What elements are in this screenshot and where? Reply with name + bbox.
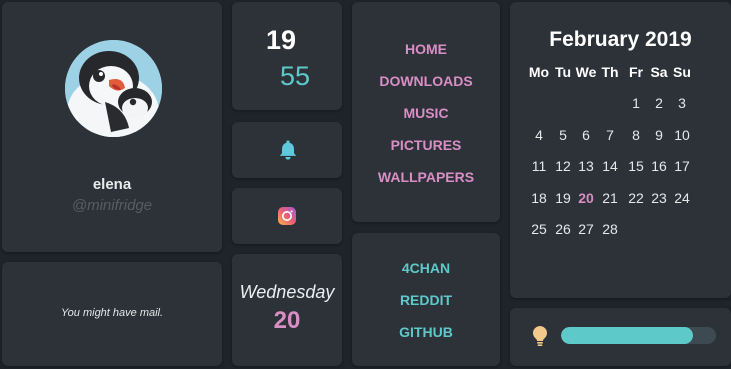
brightness-card bbox=[510, 308, 731, 366]
avatar[interactable] bbox=[65, 40, 162, 137]
user-handle[interactable]: @minifridge bbox=[2, 197, 222, 214]
calendar-day-13[interactable]: 13 bbox=[574, 158, 598, 174]
calendar-day-20[interactable]: 20 bbox=[574, 190, 598, 206]
calendar-day-22[interactable]: 22 bbox=[624, 190, 648, 206]
clock-card: 19 55 bbox=[232, 2, 342, 110]
calendar-day-25[interactable]: 25 bbox=[527, 221, 551, 237]
calendar-day-23[interactable]: 23 bbox=[647, 190, 671, 206]
calendar-day-8[interactable]: 8 bbox=[624, 127, 648, 143]
calendar-day-12[interactable]: 12 bbox=[551, 158, 575, 174]
link-4chan[interactable]: 4CHAN bbox=[352, 260, 500, 276]
calendar-day-24[interactable]: 24 bbox=[670, 190, 694, 206]
nav-menu: HOME DOWNLOADS MUSIC PICTURES WALLPAPERS bbox=[352, 2, 500, 222]
mail-card: You might have mail. bbox=[2, 262, 222, 366]
calendar-weekday-tu: Tu bbox=[554, 64, 572, 80]
username: elena bbox=[92, 176, 132, 193]
calendar-day-1[interactable]: 1 bbox=[624, 95, 648, 111]
clock-hours: 19 bbox=[266, 25, 297, 55]
calendar-weekday-we: We bbox=[575, 64, 597, 80]
calendar-day-26[interactable]: 26 bbox=[551, 221, 575, 237]
link-reddit[interactable]: REDDIT bbox=[352, 292, 500, 308]
date-card: Wednesday 20 bbox=[232, 254, 342, 366]
nav-link-downloads[interactable]: DOWNLOADS bbox=[352, 73, 500, 89]
nav-link-pictures[interactable]: PICTURES bbox=[352, 137, 500, 153]
calendar-day-9[interactable]: 9 bbox=[647, 127, 671, 143]
calendar-day-2[interactable]: 2 bbox=[647, 95, 671, 111]
calendar-weekday-fr: Fr bbox=[629, 64, 643, 80]
nav-link-music[interactable]: MUSIC bbox=[352, 105, 500, 121]
calendar-weekday-mo: Mo bbox=[528, 64, 550, 80]
calendar-day-27[interactable]: 27 bbox=[574, 221, 598, 237]
calendar-day-16[interactable]: 16 bbox=[647, 158, 671, 174]
penguin-avatar-image bbox=[65, 40, 162, 137]
lightbulb-icon bbox=[533, 326, 547, 346]
calendar-day-15[interactable]: 15 bbox=[624, 158, 648, 174]
day-number: 20 bbox=[273, 307, 301, 334]
calendar-day-6[interactable]: 6 bbox=[574, 127, 598, 143]
calendar-day-28[interactable]: 28 bbox=[598, 221, 622, 237]
calendar-day-17[interactable]: 17 bbox=[670, 158, 694, 174]
calendar-title: February 2019 bbox=[549, 28, 692, 51]
external-links: 4CHAN REDDIT GITHUB bbox=[352, 233, 500, 366]
nav-link-wallpapers[interactable]: WALLPAPERS bbox=[352, 169, 500, 185]
calendar-weekday-th: Th bbox=[601, 64, 619, 80]
brightness-slider[interactable] bbox=[561, 327, 716, 344]
calendar-weekday-sa: Sa bbox=[650, 64, 668, 80]
profile-card: elena @minifridge bbox=[2, 2, 222, 252]
weekday-label: Wednesday bbox=[239, 282, 335, 302]
calendar-day-19[interactable]: 19 bbox=[551, 190, 575, 206]
bell-icon bbox=[279, 140, 297, 160]
calendar-day-10[interactable]: 10 bbox=[670, 127, 694, 143]
link-github[interactable]: GITHUB bbox=[352, 324, 500, 340]
calendar-day-4[interactable]: 4 bbox=[527, 127, 551, 143]
calendar-weekday-su: Su bbox=[673, 64, 691, 80]
nav-link-home[interactable]: HOME bbox=[352, 41, 500, 57]
calendar-day-18[interactable]: 18 bbox=[527, 190, 551, 206]
calendar-day-5[interactable]: 5 bbox=[551, 127, 575, 143]
calendar-day-14[interactable]: 14 bbox=[598, 158, 622, 174]
notifications-button[interactable] bbox=[232, 122, 342, 178]
calendar-day-21[interactable]: 21 bbox=[598, 190, 622, 206]
clock-minutes: 55 bbox=[280, 61, 311, 91]
instagram-button[interactable] bbox=[232, 188, 342, 244]
calendar-day-3[interactable]: 3 bbox=[670, 95, 694, 111]
calendar-day-7[interactable]: 7 bbox=[598, 127, 622, 143]
mail-status-text: You might have mail. bbox=[60, 307, 164, 319]
instagram-icon bbox=[278, 207, 296, 225]
calendar-day-11[interactable]: 11 bbox=[527, 158, 551, 174]
calendar-card: February 2019 Mo Tu We Th Fr Sa Su 1 2 3 4 5 6 7 8 9 10 1… bbox=[510, 2, 731, 298]
brightness-slider-fill bbox=[561, 327, 693, 344]
